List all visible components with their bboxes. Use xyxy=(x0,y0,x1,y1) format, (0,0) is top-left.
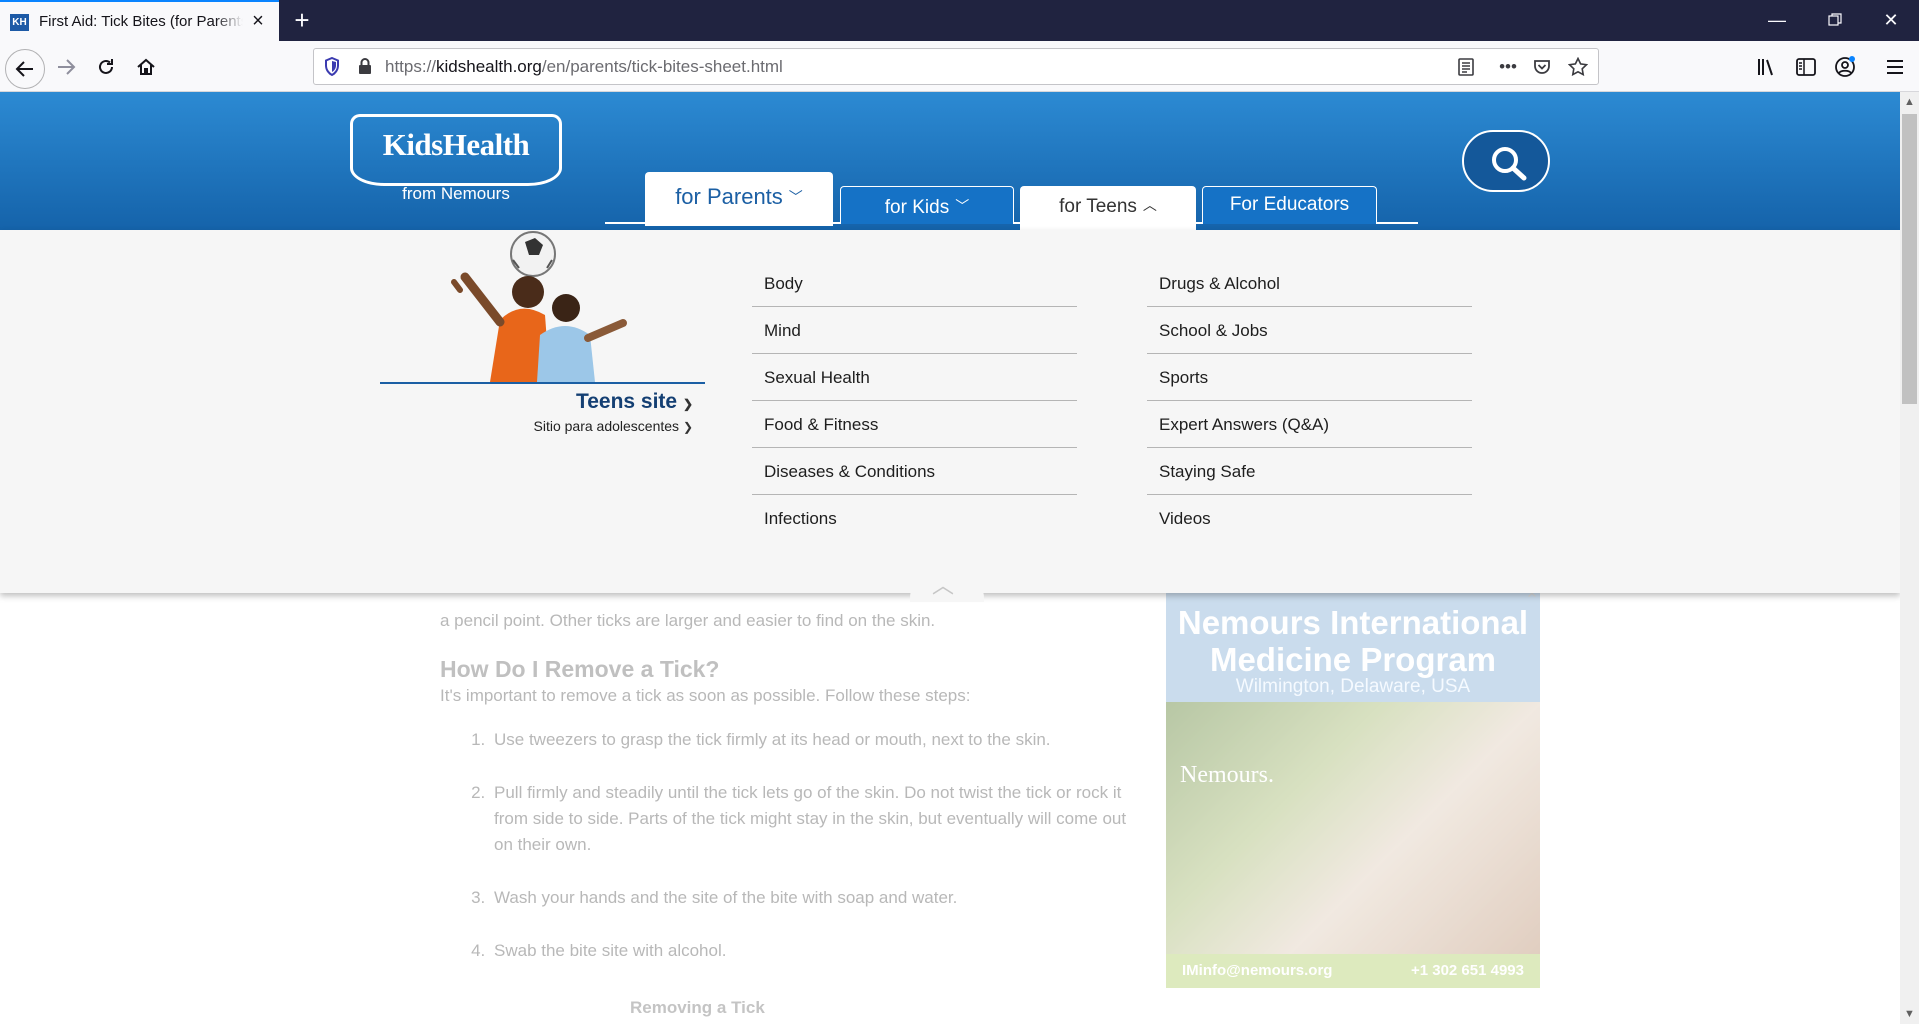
tab-for-educators[interactable]: For Educators xyxy=(1202,186,1377,224)
home-icon[interactable] xyxy=(130,51,162,83)
browser-titlebar: KH First Aid: Tick Bites (for Parents) -… xyxy=(0,0,1919,41)
close-window-icon[interactable]: ✕ xyxy=(1876,6,1906,34)
bookmark-star-icon[interactable] xyxy=(1564,53,1592,81)
search-button[interactable] xyxy=(1462,130,1550,192)
scroll-up-icon[interactable]: ▲ xyxy=(1902,94,1917,110)
article-intro: It's important to remove a tick as soon … xyxy=(440,686,971,705)
library-icon[interactable] xyxy=(1750,51,1782,83)
ad-phone: +1 302 651 4993 xyxy=(1410,962,1524,979)
list-item: Pull firmly and steadily until the tick … xyxy=(490,780,1130,858)
menu-item-videos[interactable]: Videos xyxy=(1147,495,1472,542)
reader-view-icon[interactable] xyxy=(1452,53,1480,81)
account-icon[interactable] xyxy=(1829,51,1861,83)
url-text[interactable]: https://kidshealth.org/en/parents/tick-b… xyxy=(385,57,783,77)
tab-for-kids[interactable]: for Kids ﹀ xyxy=(840,186,1014,224)
list-item: Swab the bite site with alcohol. xyxy=(490,938,1130,964)
menu-item-food-fitness[interactable]: Food & Fitness xyxy=(752,401,1077,448)
scroll-down-icon[interactable]: ▼ xyxy=(1902,1006,1917,1022)
menu-item-infections[interactable]: Infections xyxy=(752,495,1077,542)
ad-header: Nemours International Medicine Program Wi… xyxy=(1166,590,1540,702)
new-tab-icon[interactable]: + xyxy=(288,6,316,34)
reload-icon[interactable] xyxy=(90,51,122,83)
url-bar[interactable]: https://kidshealth.org/en/parents/tick-b… xyxy=(313,48,1599,85)
menu-item-expert-answers[interactable]: Expert Answers (Q&A) xyxy=(1147,401,1472,448)
chevron-right-icon: ❯ xyxy=(682,420,693,434)
browser-navbar: https://kidshealth.org/en/parents/tick-b… xyxy=(0,41,1919,92)
web-page: a pencil point. Other ticks are larger a… xyxy=(0,92,1900,1024)
collapse-menu-button[interactable]: ︿ xyxy=(910,562,984,602)
chevron-down-icon: ﹀ xyxy=(955,198,970,214)
list-item: Wash your hands and the site of the bite… xyxy=(490,885,1130,911)
kidshealth-logo[interactable]: KidsHealth from Nemours xyxy=(350,114,562,203)
dropdown-column-1: Body Mind Sexual Health Food & Fitness D… xyxy=(752,260,1077,542)
ad-photo: Nemours. xyxy=(1166,702,1540,954)
tab-close-icon[interactable]: × xyxy=(248,11,268,31)
menu-hamburger-icon[interactable] xyxy=(1879,51,1911,83)
steps-list: Use tweezers to grasp the tick firmly at… xyxy=(490,727,1130,964)
tab-for-parents[interactable]: for Parents ﹀ xyxy=(645,172,833,226)
article-paragraph: a pencil point. Other ticks are larger a… xyxy=(440,611,936,630)
ad-title: Nemours International Medicine Program xyxy=(1177,604,1529,678)
article-heading: How Do I Remove a Tick? xyxy=(440,656,720,682)
logo-text: KidsHealth xyxy=(382,127,530,162)
teens-soccer-image[interactable] xyxy=(430,230,650,382)
menu-item-body[interactable]: Body xyxy=(752,260,1077,307)
lock-icon[interactable] xyxy=(358,57,376,77)
scrollbar-thumb[interactable] xyxy=(1902,114,1917,404)
teens-dropdown-menu: Teens site ❯ Sitio para adolescentes ❯ B… xyxy=(0,230,1900,602)
browser-tab-active[interactable]: KH First Aid: Tick Bites (for Parents) -… xyxy=(0,0,279,41)
search-icon xyxy=(1492,147,1527,181)
nemours-logo: Nemours. xyxy=(1180,762,1274,788)
article-content: a pencil point. Other ticks are larger a… xyxy=(440,576,1130,991)
image-divider xyxy=(380,382,705,384)
list-item: Use tweezers to grasp the tick firmly at… xyxy=(490,727,1130,753)
ad-footer: IMinfo@nemours.org +1 302 651 4993 xyxy=(1166,954,1540,988)
figure-caption: Removing a Tick xyxy=(630,998,765,1017)
tracking-shield-icon[interactable] xyxy=(324,56,342,77)
ad-email: IMinfo@nemours.org xyxy=(1182,962,1333,979)
menu-item-mind[interactable]: Mind xyxy=(752,307,1077,354)
chevron-right-icon: ❯ xyxy=(682,397,693,411)
dropdown-column-2: Drugs & Alcohol School & Jobs Sports Exp… xyxy=(1147,260,1472,542)
menu-item-sexual-health[interactable]: Sexual Health xyxy=(752,354,1077,401)
chevron-up-icon: ︿ xyxy=(932,573,955,598)
ad-subtitle: Wilmington, Delaware, USA xyxy=(1235,676,1471,697)
teens-site-link[interactable]: Teens site ❯ xyxy=(380,390,693,414)
back-arrow-icon[interactable] xyxy=(5,49,45,89)
page-actions-icon[interactable]: ••• xyxy=(1494,53,1522,81)
menu-item-diseases-conditions[interactable]: Diseases & Conditions xyxy=(752,448,1077,495)
forward-arrow-icon[interactable] xyxy=(50,51,82,83)
chevron-up-icon: ︿ xyxy=(1142,197,1157,213)
favicon-icon: KH xyxy=(10,14,29,31)
chevron-down-icon: ﹀ xyxy=(788,189,803,205)
minimize-icon[interactable]: — xyxy=(1762,6,1792,34)
sidebar-icon[interactable] xyxy=(1790,51,1822,83)
site-header: KidsHealth from Nemours for Parents ﹀ for… xyxy=(0,92,1900,232)
tab-for-teens[interactable]: for Teens ︿ xyxy=(1020,186,1196,232)
menu-item-drugs-alcohol[interactable]: Drugs & Alcohol xyxy=(1147,260,1472,307)
pocket-icon[interactable] xyxy=(1528,53,1556,81)
restore-icon[interactable] xyxy=(1820,6,1850,34)
menu-item-sports[interactable]: Sports xyxy=(1147,354,1472,401)
advertisement[interactable]: Nemours International Medicine Program Wi… xyxy=(1166,586,1540,988)
teens-site-es-link[interactable]: Sitio para adolescentes ❯ xyxy=(380,418,694,434)
logo-subtext: from Nemours xyxy=(402,184,510,203)
menu-item-staying-safe[interactable]: Staying Safe xyxy=(1147,448,1472,495)
tab-title: First Aid: Tick Bites (for Parents) - Ne… xyxy=(39,13,243,30)
page-scrollbar[interactable]: ▲ ▼ xyxy=(1900,92,1919,1024)
menu-item-school-jobs[interactable]: School & Jobs xyxy=(1147,307,1472,354)
